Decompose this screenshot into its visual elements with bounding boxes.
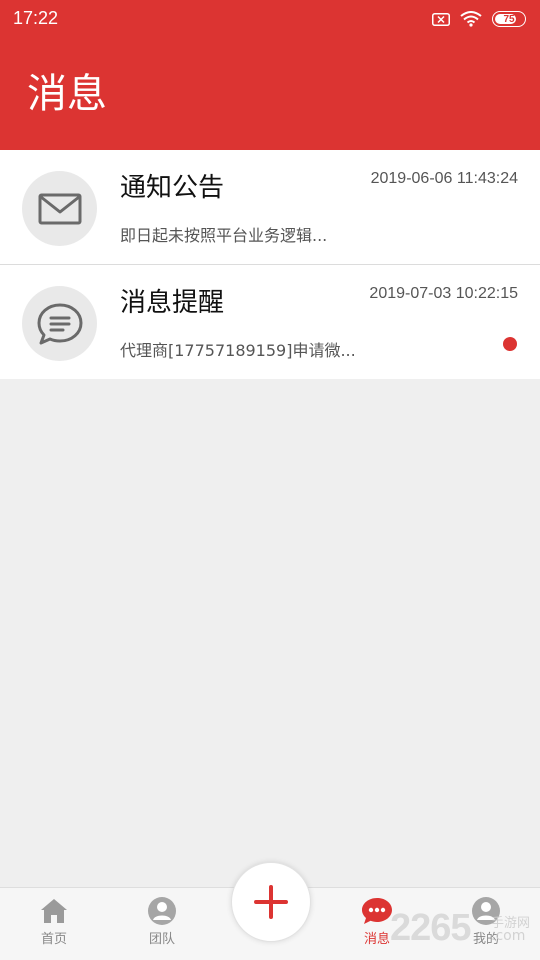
no-sim-icon xyxy=(432,12,450,26)
message-title: 消息提醒 xyxy=(120,288,225,318)
avatar xyxy=(22,171,97,246)
message-title: 通知公告 xyxy=(120,173,225,203)
envelope-icon xyxy=(38,193,81,224)
watermark: 2265 手游网 .com xyxy=(390,905,540,960)
message-preview: 代理商[17757189159]申请微... xyxy=(120,341,356,360)
app-header: 17:22 75 消息 xyxy=(0,0,540,150)
status-icons: 75 xyxy=(432,9,526,29)
home-icon xyxy=(41,899,67,923)
avatar xyxy=(22,286,97,361)
message-time: 2019-07-03 10:22:15 xyxy=(369,285,518,302)
message-time: 2019-06-06 11:43:24 xyxy=(370,170,518,187)
message-row-announcements[interactable]: 通知公告 2019-06-06 11:43:24 即日起未按照平台业务逻辑... xyxy=(0,150,540,265)
wifi-icon xyxy=(460,11,482,27)
nav-label: 首页 xyxy=(40,932,67,947)
message-row-reminders[interactable]: 消息提醒 2019-07-03 10:22:15 代理商[17757189159… xyxy=(0,265,540,379)
nav-item-team[interactable]: 团队 xyxy=(132,896,192,947)
unread-dot xyxy=(503,337,517,351)
nav-label: 团队 xyxy=(148,932,175,947)
battery-level: 75 xyxy=(503,13,515,25)
plus-icon xyxy=(254,885,288,919)
watermark-line2: .com xyxy=(491,928,526,944)
message-list: 通知公告 2019-06-06 11:43:24 即日起未按照平台业务逻辑...… xyxy=(0,150,540,379)
watermark-number: 2265 xyxy=(390,907,472,949)
status-time: 17:22 xyxy=(13,8,59,28)
battery-indicator: 75 xyxy=(492,11,526,27)
message-icon xyxy=(362,898,392,924)
chat-bubble-icon xyxy=(37,303,82,344)
message-preview: 即日起未按照平台业务逻辑... xyxy=(120,226,328,245)
page-title: 消息 xyxy=(27,71,107,117)
status-bar: 17:22 75 xyxy=(0,0,540,38)
add-button[interactable] xyxy=(231,862,311,942)
team-icon xyxy=(148,897,176,925)
nav-item-home[interactable]: 首页 xyxy=(24,896,84,947)
